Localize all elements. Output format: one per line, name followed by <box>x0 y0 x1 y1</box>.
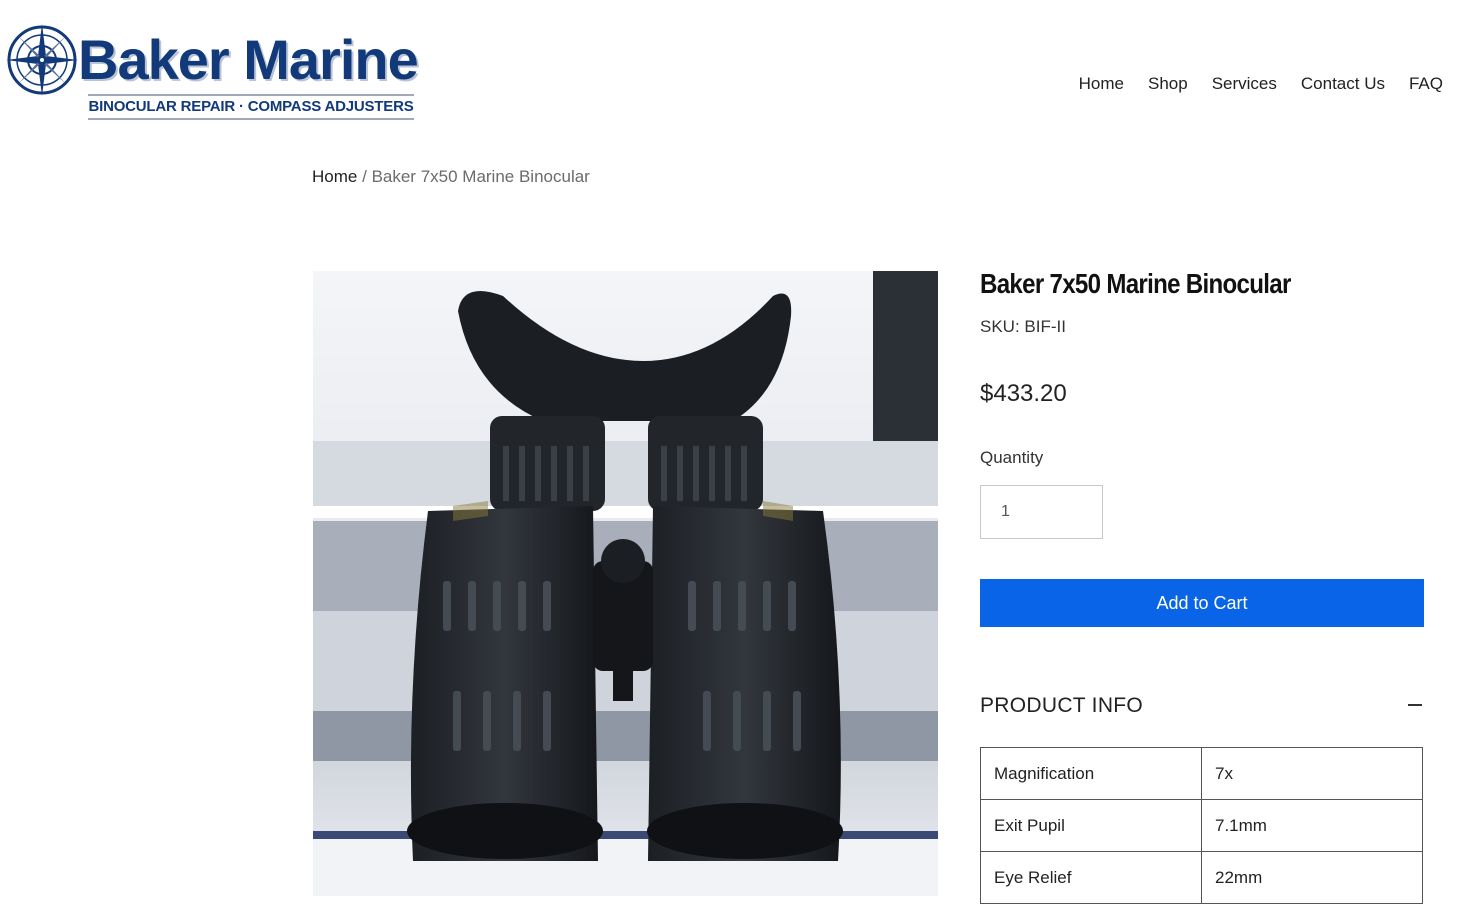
breadcrumb-home-link[interactable]: Home <box>312 167 357 186</box>
spec-value: 22mm <box>1201 851 1423 904</box>
breadcrumb-separator: / <box>362 167 367 186</box>
product-image[interactable] <box>313 271 938 896</box>
binoculars-photo <box>313 271 938 896</box>
minus-icon[interactable] <box>1408 704 1422 706</box>
quantity-input[interactable] <box>980 485 1103 539</box>
table-row: Magnification 7x <box>980 747 1423 800</box>
spec-value: 7.1mm <box>1201 799 1423 852</box>
nav-shop[interactable]: Shop <box>1148 74 1188 94</box>
add-to-cart-button[interactable]: Add to Cart <box>980 579 1424 627</box>
specs-table: Magnification 7x Exit Pupil 7.1mm Eye Re… <box>980 747 1423 904</box>
main-nav: Home Shop Services Contact Us FAQ <box>1079 74 1443 94</box>
nav-services[interactable]: Services <box>1212 74 1277 94</box>
spec-value: 7x <box>1201 747 1423 800</box>
brand-tagline: BINOCULAR REPAIR · COMPASS ADJUSTERS <box>88 94 414 120</box>
site-header: Baker Marine BINOCULAR REPAIR · COMPASS … <box>0 0 1467 140</box>
brand-logo[interactable]: Baker Marine BINOCULAR REPAIR · COMPASS … <box>4 20 444 125</box>
product-title: Baker 7x50 Marine Binocular <box>980 268 1291 299</box>
table-row: Exit Pupil 7.1mm <box>980 799 1423 852</box>
brand-name: Baker Marine <box>78 28 419 91</box>
table-row: Eye Relief 22mm <box>980 851 1423 904</box>
spec-label: Exit Pupil <box>980 799 1202 852</box>
nav-contact-us[interactable]: Contact Us <box>1301 74 1385 94</box>
quantity-label: Quantity <box>980 448 1044 467</box>
breadcrumb-current: Baker 7x50 Marine Binocular <box>371 167 590 186</box>
product-sku: SKU: BIF-II <box>980 317 1066 336</box>
nav-home[interactable]: Home <box>1079 74 1124 94</box>
spec-label: Eye Relief <box>980 851 1202 904</box>
compass-rose-icon <box>6 24 78 96</box>
breadcrumb: Home / Baker 7x50 Marine Binocular <box>312 167 590 187</box>
nav-faq[interactable]: FAQ <box>1409 74 1443 94</box>
spec-label: Magnification <box>980 747 1202 800</box>
product-price: $433.20 <box>980 380 1067 407</box>
product-info-toggle[interactable]: PRODUCT INFO <box>980 690 1424 722</box>
product-info-title: PRODUCT INFO <box>980 694 1144 717</box>
